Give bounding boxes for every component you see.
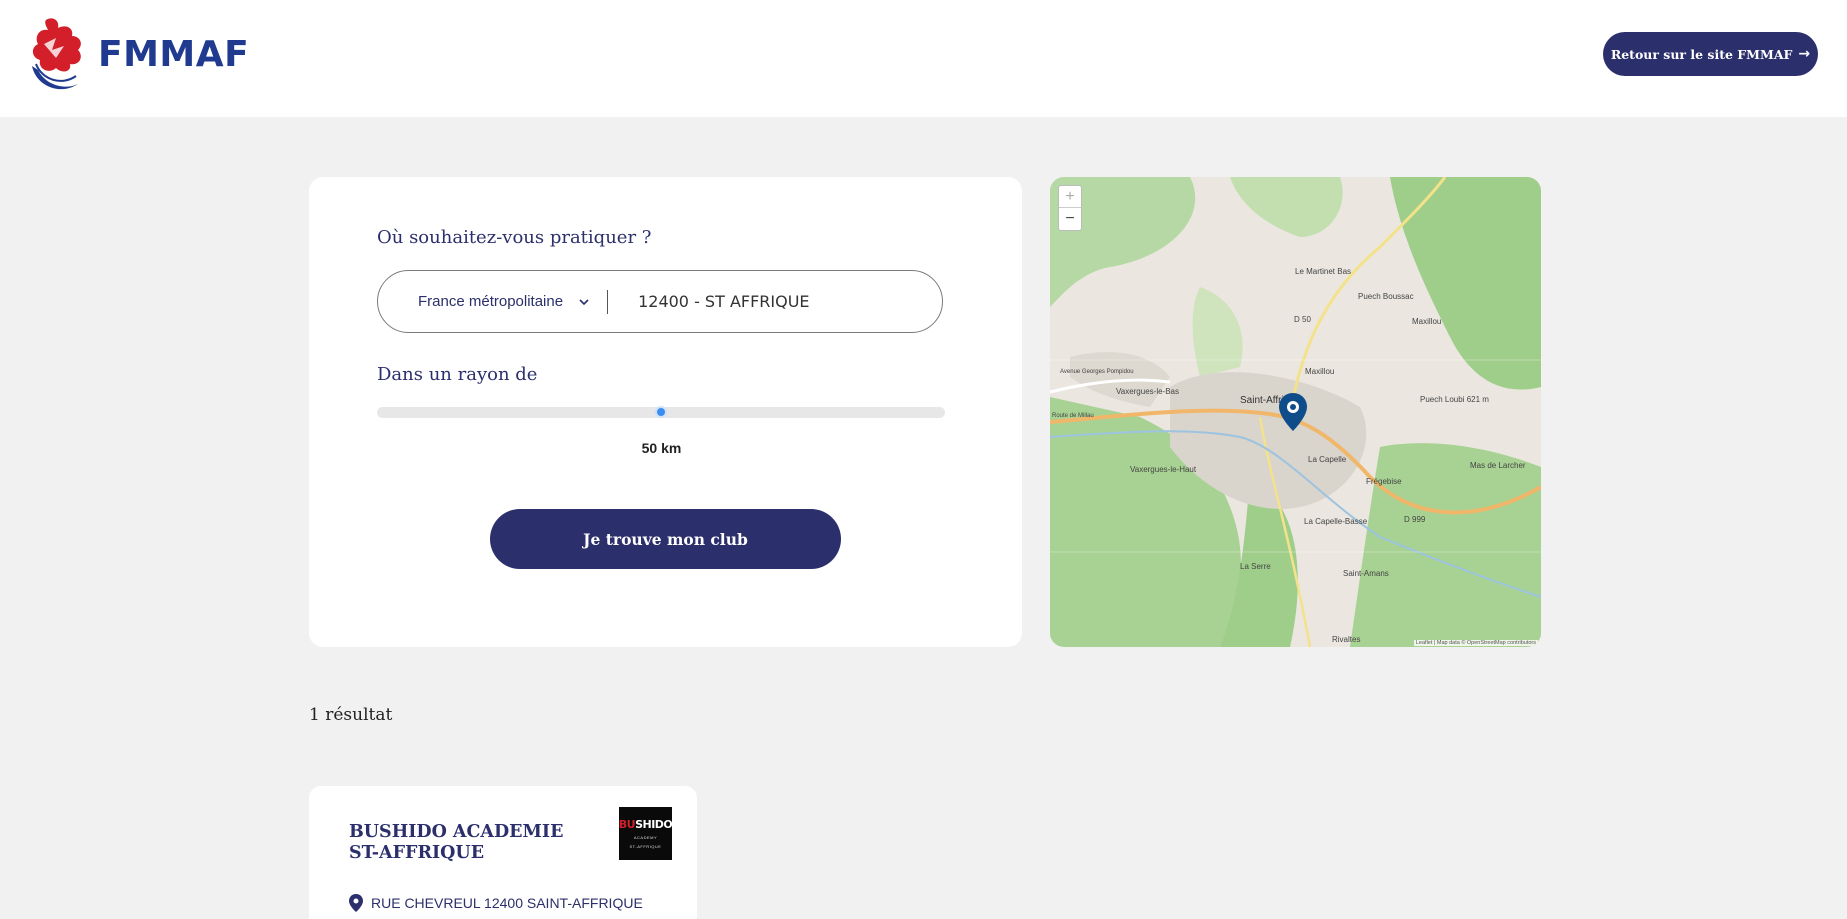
brand-name: FMMAF [98,33,250,75]
rooster-logo-icon [32,18,81,90]
results-count: 1 résultat [309,705,393,725]
club-card[interactable]: BUSHIDO ACADEMIE ST-AFFRIQUE BUSHIDO ACA… [309,786,697,919]
location-question: Où souhaitez-vous pratiquer ? [377,227,652,248]
zoom-in-button[interactable]: + [1059,186,1081,208]
club-logo-text-white: SHIDO [635,818,673,831]
map-label: Le Martinet Bas [1295,267,1352,276]
map-marker-icon[interactable] [1278,392,1308,432]
map-label: D 50 [1294,315,1311,324]
radius-title: Dans un rayon de [377,364,538,385]
search-card: Où souhaitez-vous pratiquer ? France mét… [309,177,1022,647]
chevron-down-icon [579,298,589,305]
map-label: La Capelle-Basse [1304,517,1368,526]
map-label: Mas de Larcher [1470,461,1526,470]
location-search-field: France métropolitaine [377,270,943,333]
map-label: La Capelle [1308,455,1347,464]
city-input[interactable] [638,292,919,311]
map-label: La Serre [1240,562,1271,571]
map-label: Maxillou [1305,367,1335,376]
back-button-label: Retour sur le site FMMAF [1610,46,1793,62]
region-select[interactable]: France métropolitaine [418,293,591,310]
club-logo-subtext: ACADEMY [633,835,658,840]
map-label: Vaxergues-le-Haut [1130,465,1197,474]
club-logo-text: BUSHIDO [619,818,673,831]
map-label: Puech Loubi 621 m [1420,395,1489,404]
map-label: Route de Millau [1052,413,1094,419]
club-logo: BUSHIDO ACADEMY ST-AFFRIQUE [619,807,673,860]
map-label: Avenue Georges Pompidou [1060,369,1134,375]
club-address: RUE CHEVREUL 12400 SAINT-AFFRIQUE [349,894,643,912]
find-club-button[interactable]: Je trouve mon club [490,509,841,569]
map-attribution[interactable]: Leaflet | Map data © OpenStreetMap contr… [1413,640,1538,646]
fmmaf-logo[interactable]: FMMAF [26,14,249,94]
club-address-text: RUE CHEVREUL 12400 SAINT-AFFRIQUE [371,895,643,911]
club-map[interactable]: + − Le Martinet Bas Puech Boussac D 50 M… [1050,177,1541,647]
map-label: Frégebise [1366,477,1402,486]
location-pin-icon [349,894,363,912]
zoom-out-button[interactable]: − [1059,208,1081,230]
map-label: Rivaltes [1332,635,1361,644]
arrow-right-icon: → [1798,46,1811,62]
map-label: Vaxergues-le-Bas [1116,387,1179,396]
radius-value: 50 km [641,440,682,456]
field-divider [607,289,609,314]
map-label: Puech Boussac [1358,292,1414,301]
map-label: Saint-Amans [1343,569,1389,578]
map-zoom-control: + − [1058,185,1082,231]
map-label: Maxillou [1412,317,1442,326]
club-logo-text-red: BU [618,818,636,831]
radius-slider[interactable] [377,406,945,418]
back-to-site-button[interactable]: Retour sur le site FMMAF → [1603,32,1818,76]
radius-slider-thumb[interactable] [655,406,667,418]
region-selected-label: France métropolitaine [418,293,564,310]
club-logo-small-text: ST-AFFRIQUE [629,844,662,849]
club-name: BUSHIDO ACADEMIE ST-AFFRIQUE [349,822,564,863]
site-header: FMMAF Retour sur le site FMMAF → [0,0,1847,117]
map-label: D 999 [1404,515,1426,524]
